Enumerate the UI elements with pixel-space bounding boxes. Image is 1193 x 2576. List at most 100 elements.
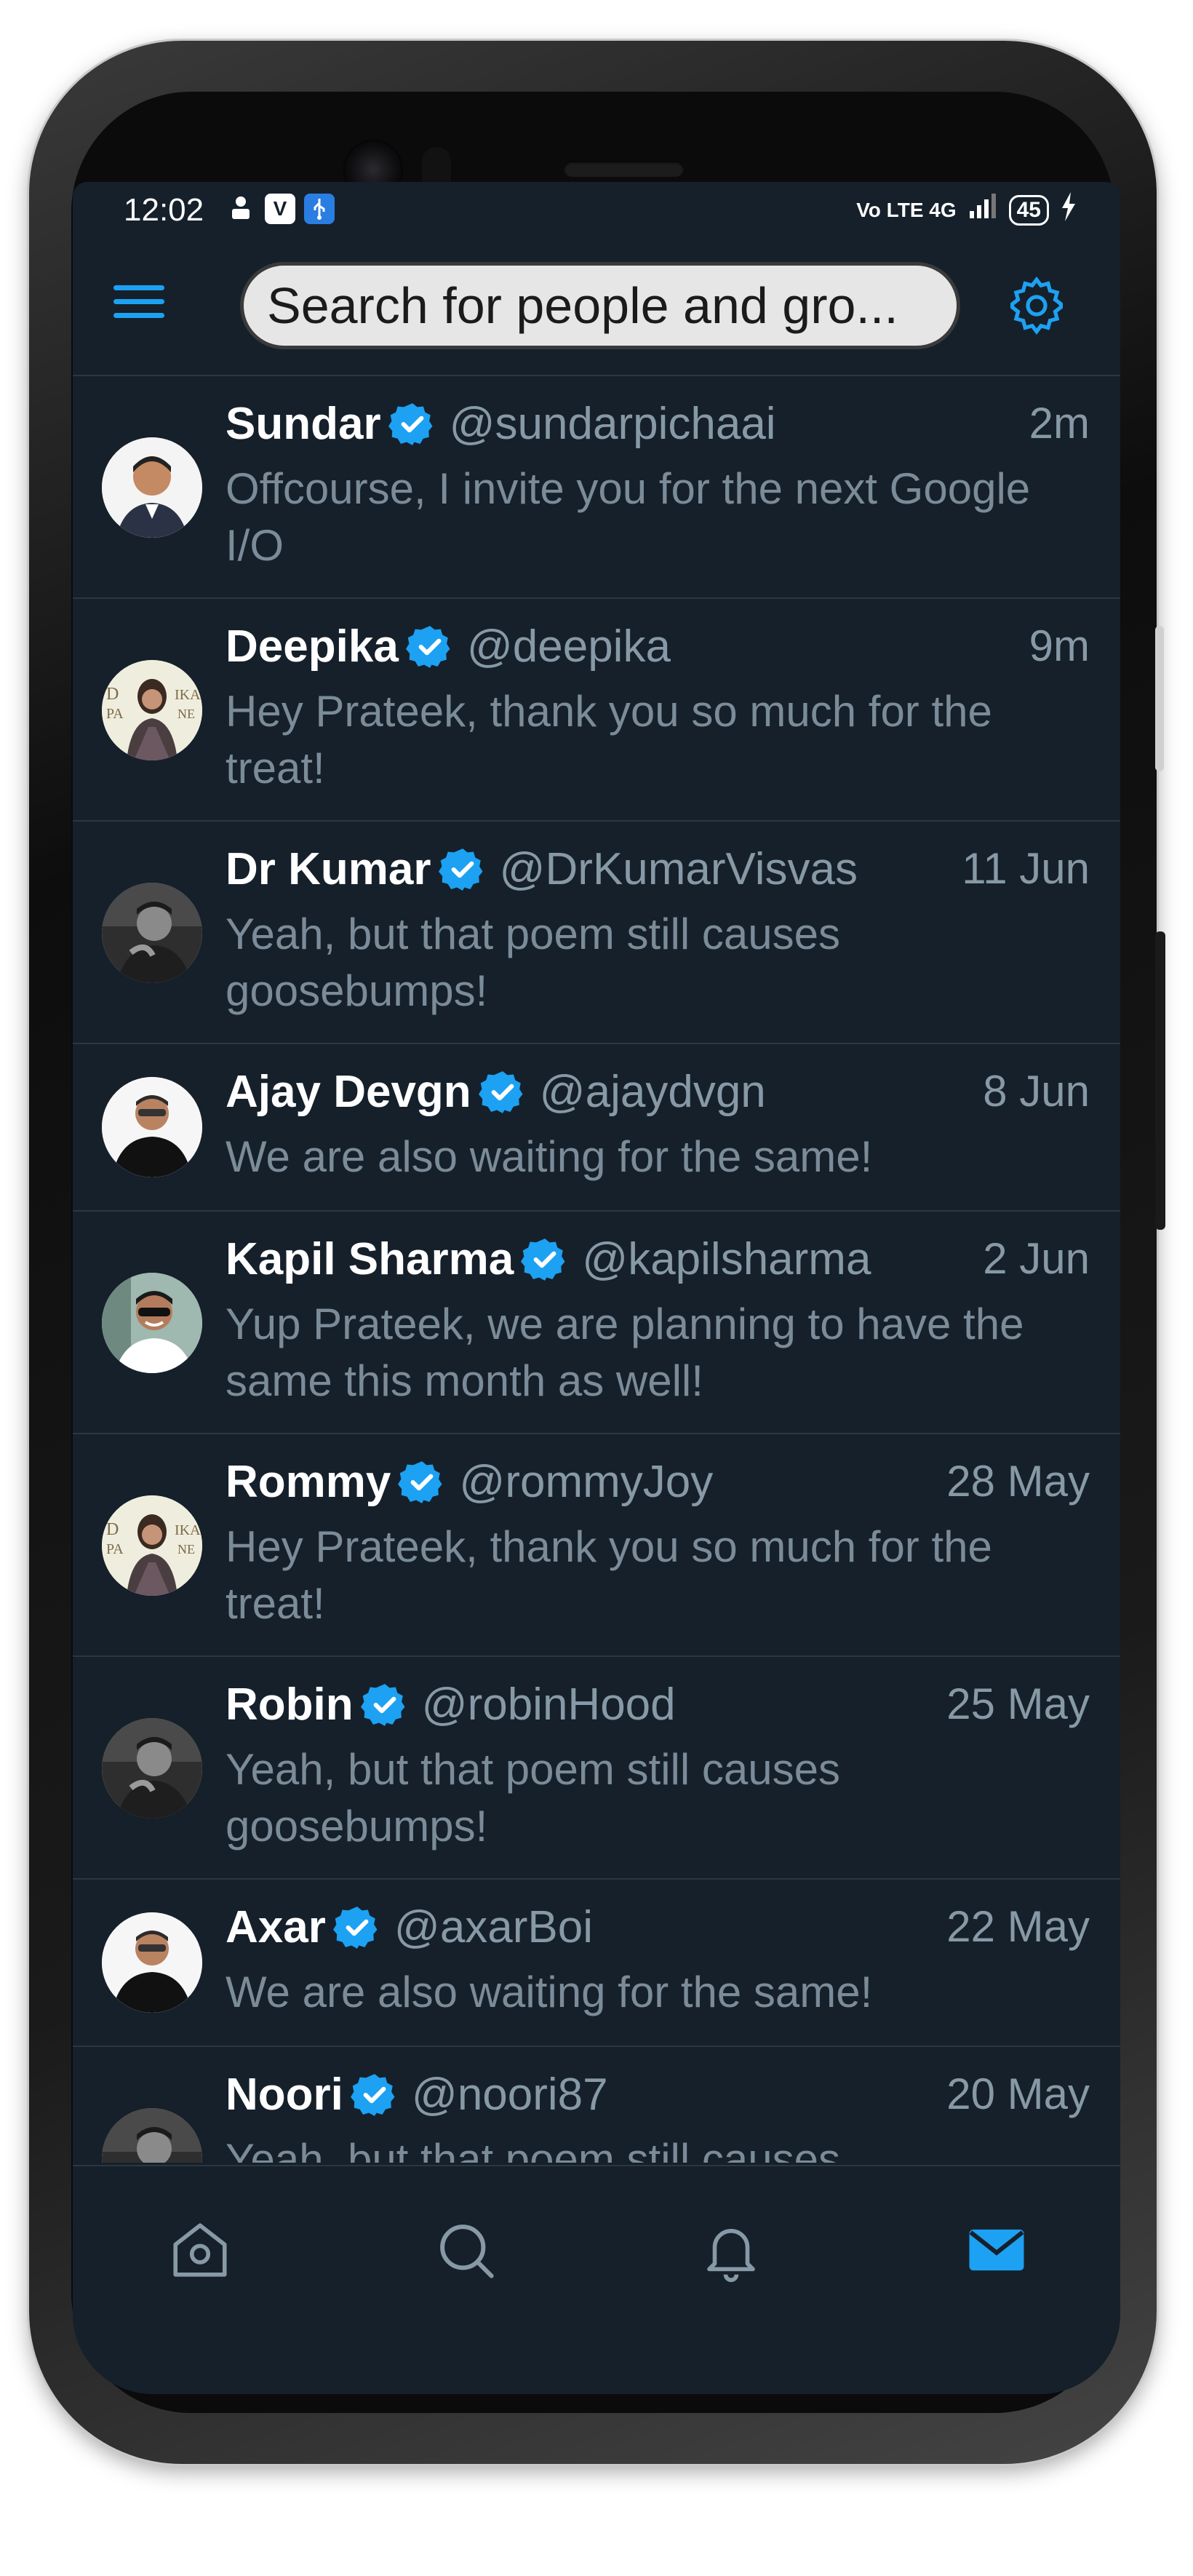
charging-icon xyxy=(1061,192,1077,228)
gear-icon[interactable] xyxy=(1004,273,1069,338)
contact-handle: @ajaydvgn xyxy=(539,1067,766,1117)
bell-icon[interactable] xyxy=(698,2217,764,2283)
verified-badge-icon xyxy=(343,2071,399,2119)
side-button-volume xyxy=(1155,626,1164,771)
message-time: 28 May xyxy=(946,1457,1090,1506)
mail-icon[interactable] xyxy=(964,2217,1029,2283)
message-preview: Offcourse, I invite you for the next Goo… xyxy=(226,464,1031,570)
svg-text:D: D xyxy=(106,1520,119,1539)
verified-badge-icon xyxy=(391,1458,446,1506)
conversation-row[interactable]: Axar @axarBoi 22 May We are also waiting fo… xyxy=(73,1880,1120,2047)
verified-badge-icon xyxy=(354,1681,409,1729)
message-time: 11 Jun xyxy=(962,844,1090,893)
verified-badge-icon xyxy=(514,1236,569,1284)
contact-handle: @robinHood xyxy=(421,1679,676,1730)
bottom-navigation xyxy=(73,2165,1120,2394)
avatar-kumar[interactable] xyxy=(102,883,202,983)
vlc-icon: V xyxy=(265,194,295,224)
contact-name-line: Axar @axarBoi xyxy=(226,1901,593,1953)
contact-name: Robin xyxy=(226,1679,354,1730)
conversation-row[interactable]: D IKA PA NE Deepika @deepika 9m Hey Prateek, th… xyxy=(73,599,1120,822)
contact-name: Axar xyxy=(226,1902,326,1952)
message-preview: Yeah, but that poem still causes goosebu… xyxy=(226,1745,840,1850)
hamburger-menu-icon[interactable] xyxy=(113,285,164,329)
svg-text:NE: NE xyxy=(177,707,195,721)
avatar-sundar[interactable] xyxy=(102,437,202,538)
contact-handle: @kapilsharma xyxy=(582,1234,871,1284)
message-preview: Yeah, but that poem still causes goosebu… xyxy=(226,2135,840,2163)
svg-text:D: D xyxy=(106,685,119,704)
avatar-ajay[interactable] xyxy=(102,1077,202,1177)
contact-name: Deepika xyxy=(226,621,399,672)
status-right: Vo LTE 4G 45 xyxy=(856,192,1077,228)
search-icon[interactable] xyxy=(433,2217,498,2283)
contact-name-line: Rommy @rommyJoy xyxy=(226,1456,713,1508)
message-preview: Hey Prateek, thank you so much for the t… xyxy=(226,687,992,792)
message-time: 25 May xyxy=(946,1679,1090,1728)
contact-handle: @deepika xyxy=(466,621,671,672)
contact-name: Ajay Devgn xyxy=(226,1067,471,1117)
contact-name-line: Robin @robinHood xyxy=(226,1679,676,1730)
battery-indicator: 45 xyxy=(1008,194,1049,226)
contact-handle: @noori87 xyxy=(411,2070,608,2120)
verified-badge-icon xyxy=(326,1904,381,1952)
svg-text:NE: NE xyxy=(177,1542,195,1557)
app-bar: Search for people and gro... xyxy=(73,240,1120,376)
message-time: 8 Jun xyxy=(983,1067,1090,1116)
message-preview: Yup Prateek, we are planning to have the… xyxy=(226,1300,1024,1405)
contact-name: Rommy xyxy=(226,1457,391,1507)
message-time: 20 May xyxy=(946,2070,1090,2118)
contact-name: Noori xyxy=(226,2070,343,2120)
home-icon[interactable] xyxy=(167,2217,233,2283)
notification-icon xyxy=(226,194,256,224)
contact-handle: @axarBoi xyxy=(394,1902,594,1952)
avatar-deepika[interactable]: D IKA PA NE xyxy=(102,1495,202,1596)
avatar-kumar[interactable] xyxy=(102,1718,202,1818)
contact-name-line: Kapil Sharma @kapilsharma xyxy=(226,1233,871,1285)
app-screen: 12:02 V Vo LTE 4G 45 Search for people a… xyxy=(73,182,1120,2394)
svg-text:IKA: IKA xyxy=(175,687,201,703)
avatar-deepika[interactable]: D IKA PA NE xyxy=(102,660,202,760)
contact-name: Dr Kumar xyxy=(226,844,431,894)
signal-icon xyxy=(968,194,997,226)
message-time: 2m xyxy=(1029,399,1090,448)
svg-text:IKA: IKA xyxy=(175,1522,201,1538)
verified-badge-icon xyxy=(399,623,454,671)
verified-badge-icon xyxy=(381,400,436,448)
contact-name-line: Ajay Devgn @ajaydvgn xyxy=(226,1066,766,1118)
message-time: 2 Jun xyxy=(983,1234,1090,1283)
conversation-list[interactable]: Sundar @sundarpichaai 2m Offcourse, I invit… xyxy=(73,376,1120,2163)
search-input[interactable]: Search for people and gro... xyxy=(240,262,960,349)
conversation-row[interactable]: Kapil Sharma @kapilsharma 2 Jun Yup Prateek… xyxy=(73,1212,1120,1434)
contact-handle: @sundarpichaai xyxy=(449,399,776,449)
avatar-kapil[interactable] xyxy=(102,1273,202,1373)
svg-text:PA: PA xyxy=(106,706,124,722)
contact-name: Sundar xyxy=(226,399,381,449)
contact-name-line: Deepika @deepika xyxy=(226,621,671,672)
message-time: 22 May xyxy=(946,1902,1090,1951)
avatar-ajay[interactable] xyxy=(102,1912,202,2013)
status-time: 12:02 xyxy=(124,192,204,228)
status-bar: 12:02 V Vo LTE 4G 45 xyxy=(73,182,1120,240)
conversation-row[interactable]: Dr Kumar @DrKumarVisvas 11 Jun Yeah, but th… xyxy=(73,822,1120,1044)
usb-icon xyxy=(304,194,335,224)
message-time: 9m xyxy=(1029,621,1090,670)
contact-handle: @DrKumarVisvas xyxy=(499,844,858,894)
contact-name-line: Sundar @sundarpichaai xyxy=(226,398,776,450)
verified-badge-icon xyxy=(431,846,487,894)
svg-text:PA: PA xyxy=(106,1541,124,1557)
conversation-row[interactable]: Ajay Devgn @ajaydvgn 8 Jun We are also wait… xyxy=(73,1044,1120,1212)
contact-name-line: Noori @noori87 xyxy=(226,2069,608,2120)
contact-handle: @rommyJoy xyxy=(459,1457,714,1507)
message-preview: We are also waiting for the same! xyxy=(226,1132,873,1181)
verified-badge-icon xyxy=(471,1068,527,1116)
conversation-row[interactable]: Sundar @sundarpichaai 2m Offcourse, I invit… xyxy=(73,376,1120,599)
contact-name: Kapil Sharma xyxy=(226,1234,514,1284)
avatar-kumar[interactable] xyxy=(102,2108,202,2163)
message-preview: Yeah, but that poem still causes goosebu… xyxy=(226,910,840,1015)
conversation-row[interactable]: D IKA PA NE Rommy @rommyJoy 28 May Hey Prateek,… xyxy=(73,1434,1120,1657)
message-preview: Hey Prateek, thank you so much for the t… xyxy=(226,1522,992,1628)
message-preview: We are also waiting for the same! xyxy=(226,1968,873,2016)
conversation-row[interactable]: Noori @noori87 20 May Yeah, but that poem s… xyxy=(73,2047,1120,2163)
conversation-row[interactable]: Robin @robinHood 25 May Yeah, but that poem… xyxy=(73,1657,1120,1880)
